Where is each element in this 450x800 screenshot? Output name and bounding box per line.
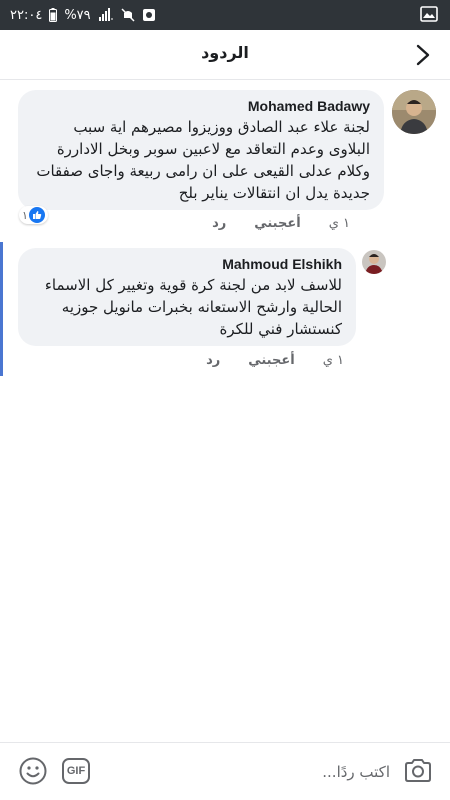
- comment-text: للاسف لابد من لجنة كرة قوية وتغيير كل ال…: [44, 276, 342, 338]
- camera-icon: [405, 759, 431, 782]
- comment-text: لجنة علاء عبد الصادق ووزيزوا مصيرهم اية …: [36, 118, 370, 202]
- reply-input[interactable]: [100, 757, 390, 787]
- comment-time: ١ ي: [328, 216, 350, 231]
- clock: ٢٢:٠٤: [10, 7, 43, 23]
- gif-button[interactable]: GIF: [62, 758, 90, 784]
- alarm-icon: [142, 8, 156, 22]
- comment-actions: ١ ي أعجبني رد: [212, 216, 350, 231]
- comment-time: ١ ي: [322, 353, 344, 368]
- reaction-count: ١: [22, 208, 28, 222]
- header: الردود: [0, 30, 450, 80]
- status-left: ٢٢:٠٤ %٧٩: [10, 6, 156, 24]
- signal-icon: [98, 8, 114, 22]
- page-title: الردود: [201, 43, 249, 62]
- camera-button[interactable]: [402, 755, 434, 787]
- battery-icon: [49, 8, 58, 22]
- back-button[interactable]: [406, 38, 440, 72]
- like-button[interactable]: أعجبني: [248, 353, 294, 368]
- status-bar: ٢٢:٠٤ %٧٩: [0, 0, 450, 30]
- reply-highlight-bar: [0, 242, 3, 376]
- reply-button[interactable]: رد: [212, 216, 226, 231]
- mute-icon: [121, 8, 135, 22]
- reaction-badge[interactable]: ١: [19, 206, 48, 224]
- gallery-notification-icon: [420, 6, 440, 24]
- battery-percent: %٧٩: [64, 7, 91, 23]
- comment-author[interactable]: Mohamed Badawy: [32, 98, 370, 114]
- smiley-icon: [19, 757, 47, 785]
- comment-bubble[interactable]: Mohamed Badawy لجنة علاء عبد الصادق ووزي…: [18, 90, 384, 210]
- like-reaction-icon: [28, 207, 45, 223]
- chevron-right-icon: [416, 44, 430, 66]
- reply-button[interactable]: رد: [206, 353, 220, 368]
- comment-bubble[interactable]: Mahmoud Elshikh للاسف لابد من لجنة كرة ق…: [18, 248, 356, 346]
- reply-composer: GIF: [0, 742, 450, 800]
- like-button[interactable]: أعجبني: [254, 216, 300, 231]
- avatar[interactable]: [392, 90, 436, 134]
- avatar[interactable]: [362, 250, 386, 274]
- emoji-button[interactable]: [18, 756, 48, 786]
- comment-author[interactable]: Mahmoud Elshikh: [32, 256, 342, 272]
- comment-actions: ١ ي أعجبني رد: [206, 353, 344, 368]
